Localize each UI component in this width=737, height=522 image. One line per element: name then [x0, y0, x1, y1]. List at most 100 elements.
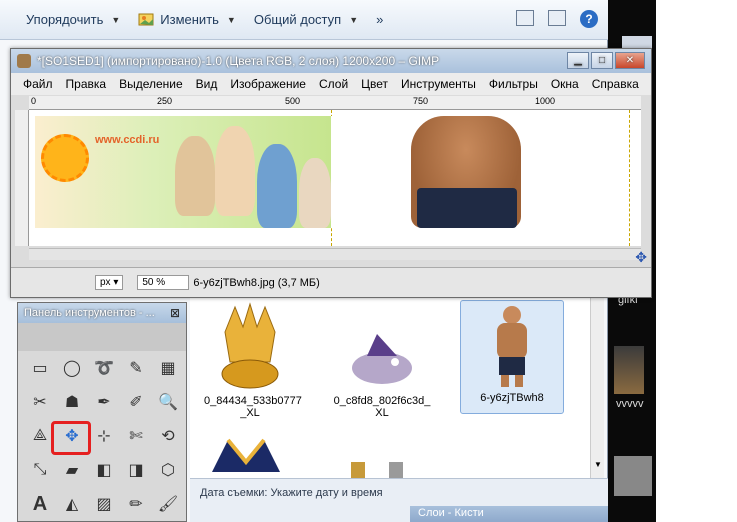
desktop-thumb[interactable]: [614, 456, 652, 496]
paths-icon[interactable]: ✒: [88, 385, 120, 419]
date-taken-text[interactable]: Дата съемки: Укажите дату и время: [200, 487, 383, 499]
file-pane: 0_84434_533b0777 _XL 0_c8fd8_802f6c3d_ X…: [190, 298, 602, 478]
ellipse-select-icon[interactable]: ◯: [56, 351, 88, 385]
move-tool-highlight: [51, 421, 91, 455]
chevron-down-icon: ▼: [349, 14, 359, 25]
perspective-icon[interactable]: ◧: [88, 453, 120, 487]
unit-value: px: [100, 277, 111, 288]
menu-filters[interactable]: Фильтры: [489, 77, 538, 91]
canvas-hscrollbar[interactable]: [29, 248, 641, 260]
explorer-toolbar: Упорядочить ▼ Изменить ▼ Общий доступ ▼ …: [0, 0, 608, 40]
flip-icon[interactable]: ◨: [120, 453, 152, 487]
unit-select[interactable]: px ▾: [95, 275, 124, 290]
gimp-statusbar: px ▾ 50 % 6-y6zjTBwh8.jpg (3,7 МБ): [11, 267, 651, 297]
gimp-title: *[SO1SED1] (импортировано)-1.0 (Цвета RG…: [37, 54, 440, 68]
fuzzy-select-icon[interactable]: ✎: [120, 351, 152, 385]
file-item-selected[interactable]: 6-y6zjTBwh8: [460, 300, 564, 414]
more-button[interactable]: »: [376, 12, 383, 27]
blend-icon[interactable]: ▨: [88, 487, 120, 521]
file-name-line1: 0_84434_533b0777: [204, 395, 302, 407]
scissors-icon[interactable]: ✂: [24, 385, 56, 419]
layers-panel-title[interactable]: Слои - Кисти: [410, 506, 608, 522]
menu-windows[interactable]: Окна: [551, 77, 579, 91]
figures-image: [351, 462, 403, 478]
text-tool-icon[interactable]: A: [24, 487, 56, 521]
menu-tools[interactable]: Инструменты: [401, 77, 476, 91]
close-icon[interactable]: ⊠: [170, 306, 180, 320]
horizontal-ruler[interactable]: 0 250 500 750 1000: [29, 96, 641, 110]
organize-button[interactable]: Упорядочить ▼: [26, 12, 120, 27]
menu-image[interactable]: Изображение: [230, 77, 306, 91]
layers-title: Слои - Кисти: [418, 507, 484, 519]
file-item[interactable]: 0_84434_533b0777 _XL: [204, 302, 302, 419]
ruler-tick-label: 750: [413, 96, 429, 106]
gimp-logo-icon: [17, 54, 31, 68]
file-pane-scrollbar[interactable]: ▼: [590, 298, 604, 478]
menu-view[interactable]: Вид: [196, 77, 218, 91]
file-name-line1: 6-y6zjTBwh8: [480, 392, 544, 404]
minimize-icon[interactable]: ▁: [567, 52, 589, 69]
share-button[interactable]: Общий доступ ▼: [254, 12, 358, 27]
foreground-select-icon[interactable]: ☗: [56, 385, 88, 419]
cage-icon[interactable]: ⬡: [152, 453, 184, 487]
pencil-icon[interactable]: ✏: [120, 487, 152, 521]
change-label: Изменить: [160, 12, 219, 27]
gimp-window: *[SO1SED1] (импортировано)-1.0 (Цвета RG…: [10, 48, 652, 298]
ruler-tick-label: 250: [157, 96, 173, 106]
scale-icon[interactable]: ⤡: [24, 453, 56, 487]
rect-select-icon[interactable]: ▭: [24, 351, 56, 385]
preview-pane-icon[interactable]: [548, 10, 566, 26]
bucket-fill-icon[interactable]: ◭: [56, 487, 88, 521]
menu-layer[interactable]: Слой: [319, 77, 348, 91]
shorts-figure: [417, 188, 517, 228]
lasso-icon[interactable]: ➰: [88, 351, 120, 385]
tools-grid: ▭ ◯ ➰ ✎ ▦ ✂ ☗ ✒ ✐ 🔍 ⟁ ✥ ⊹ ✄ ⟲ ⤡ ▰ ◧ ◨ ⬡ …: [18, 351, 186, 521]
zoom-icon[interactable]: 🔍: [152, 385, 184, 419]
crop-icon[interactable]: ✄: [120, 419, 152, 453]
share-label: Общий доступ: [253, 12, 342, 27]
person-figure: [299, 158, 331, 228]
views-icon[interactable]: [516, 10, 534, 26]
crown-image: [221, 302, 279, 389]
ruler-tick-label: 500: [285, 96, 301, 106]
organize-label: Упорядочить: [26, 12, 104, 27]
color-picker-icon[interactable]: ✐: [120, 385, 152, 419]
more-label: »: [376, 12, 384, 27]
file-info: 6-y6zjTBwh8.jpg (3,7 МБ): [193, 276, 320, 289]
file-name-line2: XL: [375, 407, 389, 419]
paintbrush-icon[interactable]: 🖌: [152, 487, 184, 521]
navigate-icon[interactable]: ✥: [635, 249, 647, 266]
scroll-down-icon[interactable]: ▼: [594, 460, 602, 469]
zoom-select[interactable]: 50 %: [137, 275, 190, 290]
align-icon[interactable]: ⊹: [88, 419, 120, 453]
menu-edit[interactable]: Правка: [66, 77, 107, 91]
toolbox-panel: Панель инструментов - ... ⊠ ▭ ◯ ➰ ✎ ▦ ✂ …: [17, 302, 187, 522]
shear-icon[interactable]: ▰: [56, 453, 88, 487]
vertical-ruler[interactable]: [15, 110, 29, 246]
image-edit-icon: [138, 13, 154, 25]
file-name-line1: 0_c8fd8_802f6c3d_: [333, 395, 431, 407]
color-select-icon[interactable]: ▦: [152, 351, 184, 385]
gimp-logo-area: [18, 323, 186, 351]
help-icon[interactable]: ?: [580, 10, 598, 28]
menu-file[interactable]: Файл: [23, 77, 53, 91]
desktop-label-vvvvv[interactable]: vvvvv: [616, 398, 644, 410]
chevron-down-icon: ▼: [226, 14, 236, 25]
file-item[interactable]: 0_c8fd8_802f6c3d_ XL: [330, 328, 434, 419]
sun-logo-icon: [41, 134, 89, 182]
menu-select[interactable]: Выделение: [119, 77, 183, 91]
close-icon[interactable]: ✕: [615, 52, 645, 69]
rotate-icon[interactable]: ⟲: [152, 419, 184, 453]
toolbox-title-bar[interactable]: Панель инструментов - ... ⊠: [18, 303, 186, 323]
gimp-menubar: Файл Правка Выделение Вид Изображение Сл…: [11, 73, 651, 95]
menu-color[interactable]: Цвет: [361, 77, 388, 91]
person-figure: [215, 126, 255, 216]
layer-boundary: [629, 110, 630, 246]
gimp-title-bar[interactable]: *[SO1SED1] (импортировано)-1.0 (Цвета RG…: [11, 49, 651, 73]
maximize-icon[interactable]: □: [591, 52, 613, 69]
change-button[interactable]: Изменить ▼: [138, 12, 236, 28]
menu-help[interactable]: Справка: [592, 77, 639, 91]
image-canvas[interactable]: www.ccdi.ru: [29, 110, 641, 246]
folder-icon[interactable]: [614, 346, 644, 394]
zoom-value: 50 %: [142, 277, 166, 288]
